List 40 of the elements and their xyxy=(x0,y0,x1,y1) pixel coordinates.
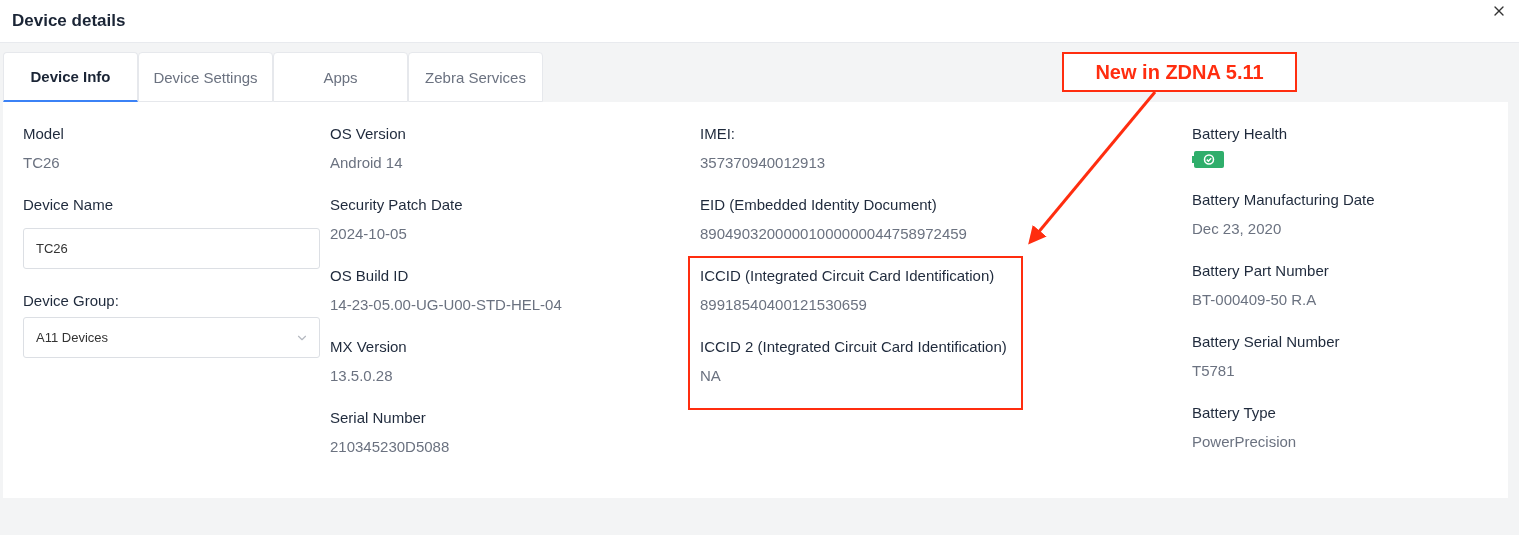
field-value: BT-000409-50 R.A xyxy=(1192,290,1318,310)
field-label: IMEI: xyxy=(700,124,736,144)
field-value: 210345230D5088 xyxy=(330,437,451,457)
tab[interactable]: Device Info xyxy=(3,52,138,102)
field-value: T5781 xyxy=(1192,361,1236,381)
battery-icon xyxy=(1192,151,1224,168)
field-label: Battery Serial Number xyxy=(1192,332,1341,352)
tab[interactable]: Apps xyxy=(273,52,408,102)
field-label: ICCID 2 (Integrated Circuit Card Identification) xyxy=(700,337,1007,357)
field-label: Device Name xyxy=(23,195,115,215)
field-value: Dec 23, 2020 xyxy=(1192,219,1283,239)
callout-label: New in ZDNA 5.11 xyxy=(1062,52,1297,92)
field-label: EID (Embedded Identity Document) xyxy=(700,195,938,215)
field-value: PowerPrecision xyxy=(1192,432,1298,452)
device-name-input[interactable]: TC26 xyxy=(23,228,320,269)
field-value: 14-23-05.00-UG-U00-STD-HEL-04 xyxy=(330,295,563,315)
field-value: 2024-10-05 xyxy=(330,224,408,244)
field-label: Device Group: xyxy=(23,291,120,311)
field-value: 89918540400121530659 xyxy=(700,295,868,315)
field-value: TC26 xyxy=(23,153,61,173)
tab[interactable]: Device Settings xyxy=(138,52,273,102)
field-label: Serial Number xyxy=(330,408,427,428)
field-value: NA xyxy=(700,366,722,386)
window-title: Device details xyxy=(12,11,126,31)
field-label: Battery Manufacturing Date xyxy=(1192,190,1376,210)
field-label: ICCID (Integrated Circuit Card Identification) xyxy=(700,266,996,286)
field-label: Security Patch Date xyxy=(330,195,464,215)
field-value: 13.5.0.28 xyxy=(330,366,394,386)
field-label: Battery Health xyxy=(1192,124,1289,144)
field-label: Model xyxy=(23,124,65,144)
field-label: Battery Type xyxy=(1192,403,1277,423)
field-label: OS Build ID xyxy=(330,266,410,286)
field-label: MX Version xyxy=(330,337,408,357)
tab[interactable]: Zebra Services xyxy=(408,52,543,102)
field-label: Battery Part Number xyxy=(1192,261,1330,281)
field-value: 357370940012913 xyxy=(700,153,827,173)
field-value: 89049032000001000000044758972459 xyxy=(700,224,968,244)
device-group-select[interactable]: A11 Devices xyxy=(23,317,320,358)
field-label: OS Version xyxy=(330,124,407,144)
field-value: Android 14 xyxy=(330,153,404,173)
